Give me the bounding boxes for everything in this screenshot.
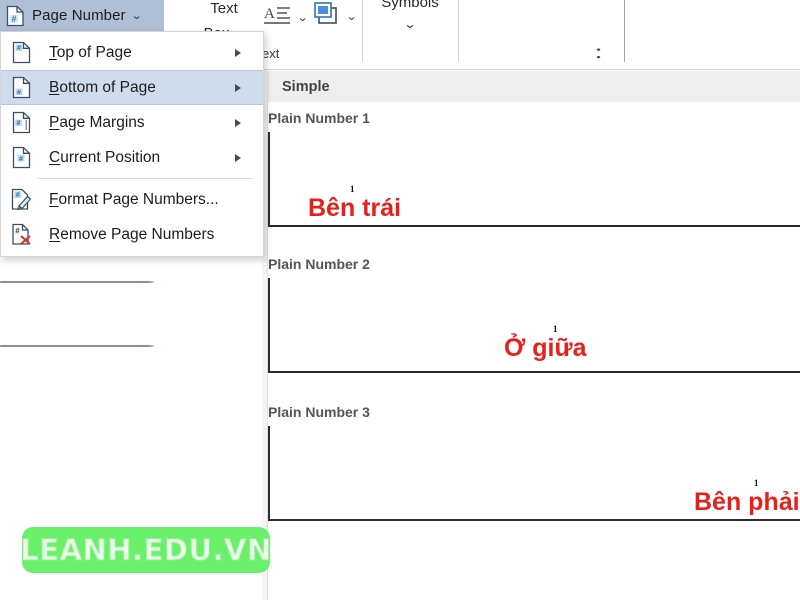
page-current-position-icon: # [9, 146, 35, 169]
ribbon-separator [458, 0, 459, 62]
document-text-line [0, 345, 154, 347]
gallery-item-title: Plain Number 2 [268, 256, 370, 272]
page-top-number-icon: # [9, 41, 35, 64]
svg-text:#: # [16, 120, 20, 127]
text-group-label: ext [262, 46, 280, 61]
preview-caption: Bên phải [694, 488, 800, 516]
menu-item-label: Bottom of Page [49, 78, 156, 96]
format-page-numbers-icon: # [9, 188, 35, 211]
menu-item-label: Current Position [49, 148, 161, 166]
gallery-item-title: Plain Number 3 [268, 404, 370, 420]
svg-text:#: # [15, 227, 20, 236]
chevron-down-icon[interactable]: ⌄ [346, 10, 358, 23]
wordart-button[interactable]: A ⌄ [262, 2, 309, 33]
gallery-item-plain-number-3[interactable]: Plain Number 3 1 Bên phải [268, 404, 800, 521]
wordart-icon: A [262, 2, 292, 33]
menu-item-format-page-numbers[interactable]: # Format Page Numbers... [1, 182, 263, 217]
menu-item-bottom-of-page[interactable]: # Bottom of Page [1, 70, 263, 105]
submenu-arrow-icon [235, 48, 241, 57]
symbols-group-button[interactable]: Symbols ⌄ [370, 0, 450, 31]
text-box-label-line1: Text [210, 0, 238, 17]
page-number-button[interactable]: # Page Number ⌄ [0, 0, 164, 31]
menu-item-label: Page Margins [49, 113, 145, 131]
ribbon-separator [362, 0, 363, 62]
gallery-item-preview: 1 Bên phải [268, 426, 800, 521]
menu-item-label: Top of Page [49, 43, 132, 61]
page-number-button-label: Page Number [32, 7, 126, 24]
collapse-ribbon-icon[interactable]: ︓ [582, 44, 605, 65]
menu-item-page-margins[interactable]: # Page Margins [1, 105, 263, 140]
submenu-arrow-icon [235, 153, 241, 162]
gallery-item-plain-number-1[interactable]: Plain Number 1 1 Bên trái [268, 110, 800, 227]
gallery-item-preview: 1 Ở giữa [268, 278, 800, 373]
chevron-down-icon[interactable]: ⌄ [358, 17, 462, 31]
page-number-dropdown-menu: # Top of Page # Bottom of Page # Page Ma… [0, 31, 264, 257]
svg-text:#: # [17, 89, 21, 96]
svg-text:#: # [19, 156, 23, 163]
ribbon-separator [624, 0, 625, 62]
svg-text:A: A [264, 6, 275, 22]
menu-item-top-of-page[interactable]: # Top of Page [1, 35, 263, 70]
gallery-item-title: Plain Number 1 [268, 110, 370, 126]
page-margins-number-icon: # [9, 111, 35, 134]
menu-item-current-position[interactable]: # Current Position [1, 140, 263, 175]
svg-text:#: # [17, 45, 21, 52]
preview-page-number: 1 [754, 478, 759, 488]
chevron-down-icon[interactable]: ⌄ [297, 11, 309, 24]
watermark-text: LEANH.EDU.VN [20, 533, 272, 568]
document-text-line [0, 281, 154, 283]
page-number-icon: # [6, 5, 25, 27]
preview-page-number: 1 [553, 324, 558, 334]
svg-text:#: # [16, 192, 20, 199]
preview-caption: Ở giữa [504, 334, 587, 362]
preview-caption: Bên trái [308, 194, 402, 222]
gallery-section-header: Simple [268, 71, 800, 102]
menu-item-label: Format Page Numbers... [49, 190, 219, 208]
gallery-item-plain-number-2[interactable]: Plain Number 2 1 Ở giữa [268, 256, 800, 373]
watermark-badge: LEANH.EDU.VN [20, 527, 272, 573]
drop-cap-icon [313, 0, 341, 33]
menu-separator [37, 178, 253, 179]
remove-page-numbers-icon: # [9, 223, 35, 246]
menu-item-remove-page-numbers[interactable]: # Remove Page Numbers [1, 217, 263, 252]
symbols-group-label: Symbols [381, 0, 439, 11]
page-bottom-number-icon: # [9, 76, 35, 99]
svg-text:#: # [11, 14, 16, 24]
gallery-item-preview: 1 Bên trái [268, 132, 800, 227]
chevron-down-icon[interactable]: ⌄ [131, 9, 143, 22]
drop-cap-button[interactable]: ⌄ [313, 0, 358, 33]
submenu-arrow-icon [235, 118, 241, 127]
gallery-section-header-label: Simple [282, 78, 330, 95]
menu-item-label: Remove Page Numbers [49, 225, 215, 243]
word-page-number-gallery-screen: # Page Number ⌄ Text Box⌄ A ⌄ [0, 0, 800, 600]
preview-page-number: 1 [350, 184, 355, 194]
submenu-arrow-icon [235, 83, 241, 92]
